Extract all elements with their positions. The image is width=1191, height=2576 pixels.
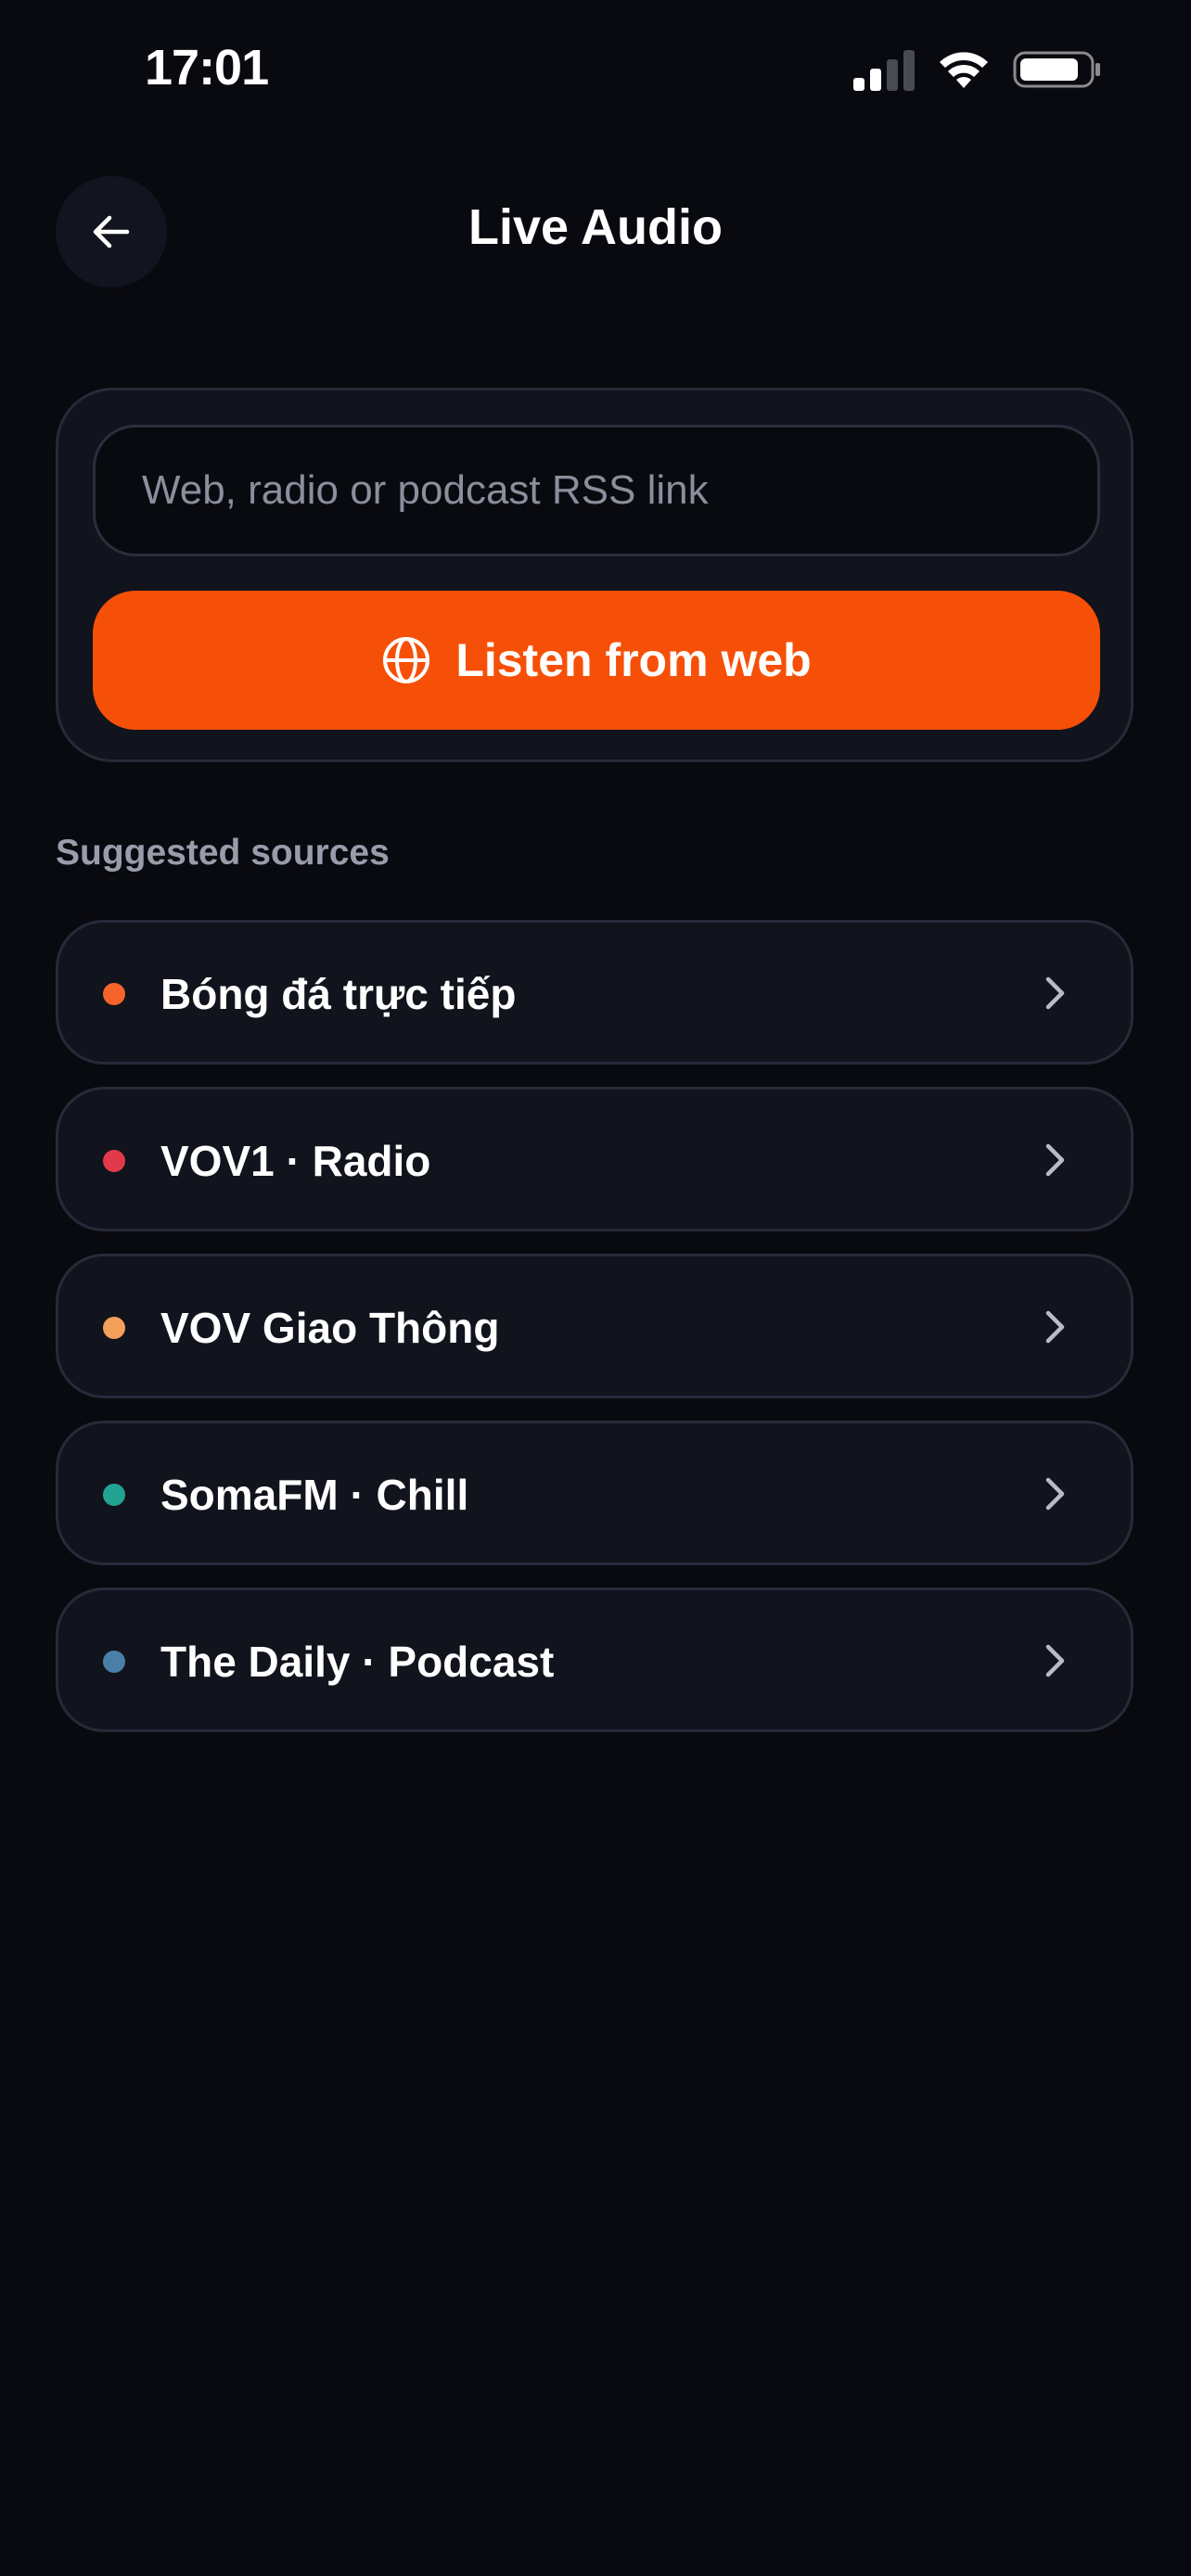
status-icons — [853, 48, 1102, 91]
source-item[interactable]: SomaFM · Chill — [56, 1421, 1133, 1565]
chevron-right-icon — [1045, 1310, 1065, 1344]
source-item[interactable]: VOV Giao Thông — [56, 1254, 1133, 1398]
page-title: Live Audio — [467, 199, 723, 255]
status-time: 17:01 — [145, 40, 269, 96]
source-color-dot — [103, 1651, 125, 1673]
suggested-sources-list: Bóng đá trực tiếp VOV1 · Radio VOV Giao … — [56, 920, 1133, 1754]
chevron-right-icon — [1045, 976, 1065, 1010]
source-color-dot — [103, 1150, 125, 1172]
url-input-card: Listen from web — [56, 388, 1133, 762]
source-label: The Daily · Podcast — [160, 1638, 555, 1686]
suggested-sources-heading: Suggested sources — [56, 833, 390, 873]
source-label: VOV1 · Radio — [160, 1137, 431, 1185]
source-color-dot — [103, 1317, 125, 1339]
chevron-right-icon — [1045, 1644, 1065, 1677]
battery-icon — [1013, 51, 1100, 88]
source-color-dot — [103, 983, 125, 1005]
source-item[interactable]: Bóng đá trực tiếp — [56, 920, 1133, 1065]
listen-from-web-button[interactable]: Listen from web — [93, 591, 1100, 730]
listen-button-label: Listen from web — [455, 634, 812, 686]
source-color-dot — [103, 1484, 125, 1506]
chevron-right-icon — [1045, 1143, 1065, 1177]
globe-icon — [383, 637, 430, 683]
chevron-right-icon — [1045, 1477, 1065, 1511]
source-label: SomaFM · Chill — [160, 1471, 469, 1519]
source-label: Bóng đá trực tiếp — [160, 970, 517, 1018]
source-item[interactable]: VOV1 · Radio — [56, 1087, 1133, 1231]
url-input[interactable] — [93, 425, 1100, 556]
source-label: VOV Giao Thông — [160, 1304, 500, 1352]
cellular-signal-icon — [853, 48, 915, 91]
wifi-icon — [940, 52, 988, 88]
source-item[interactable]: The Daily · Podcast — [56, 1588, 1133, 1732]
